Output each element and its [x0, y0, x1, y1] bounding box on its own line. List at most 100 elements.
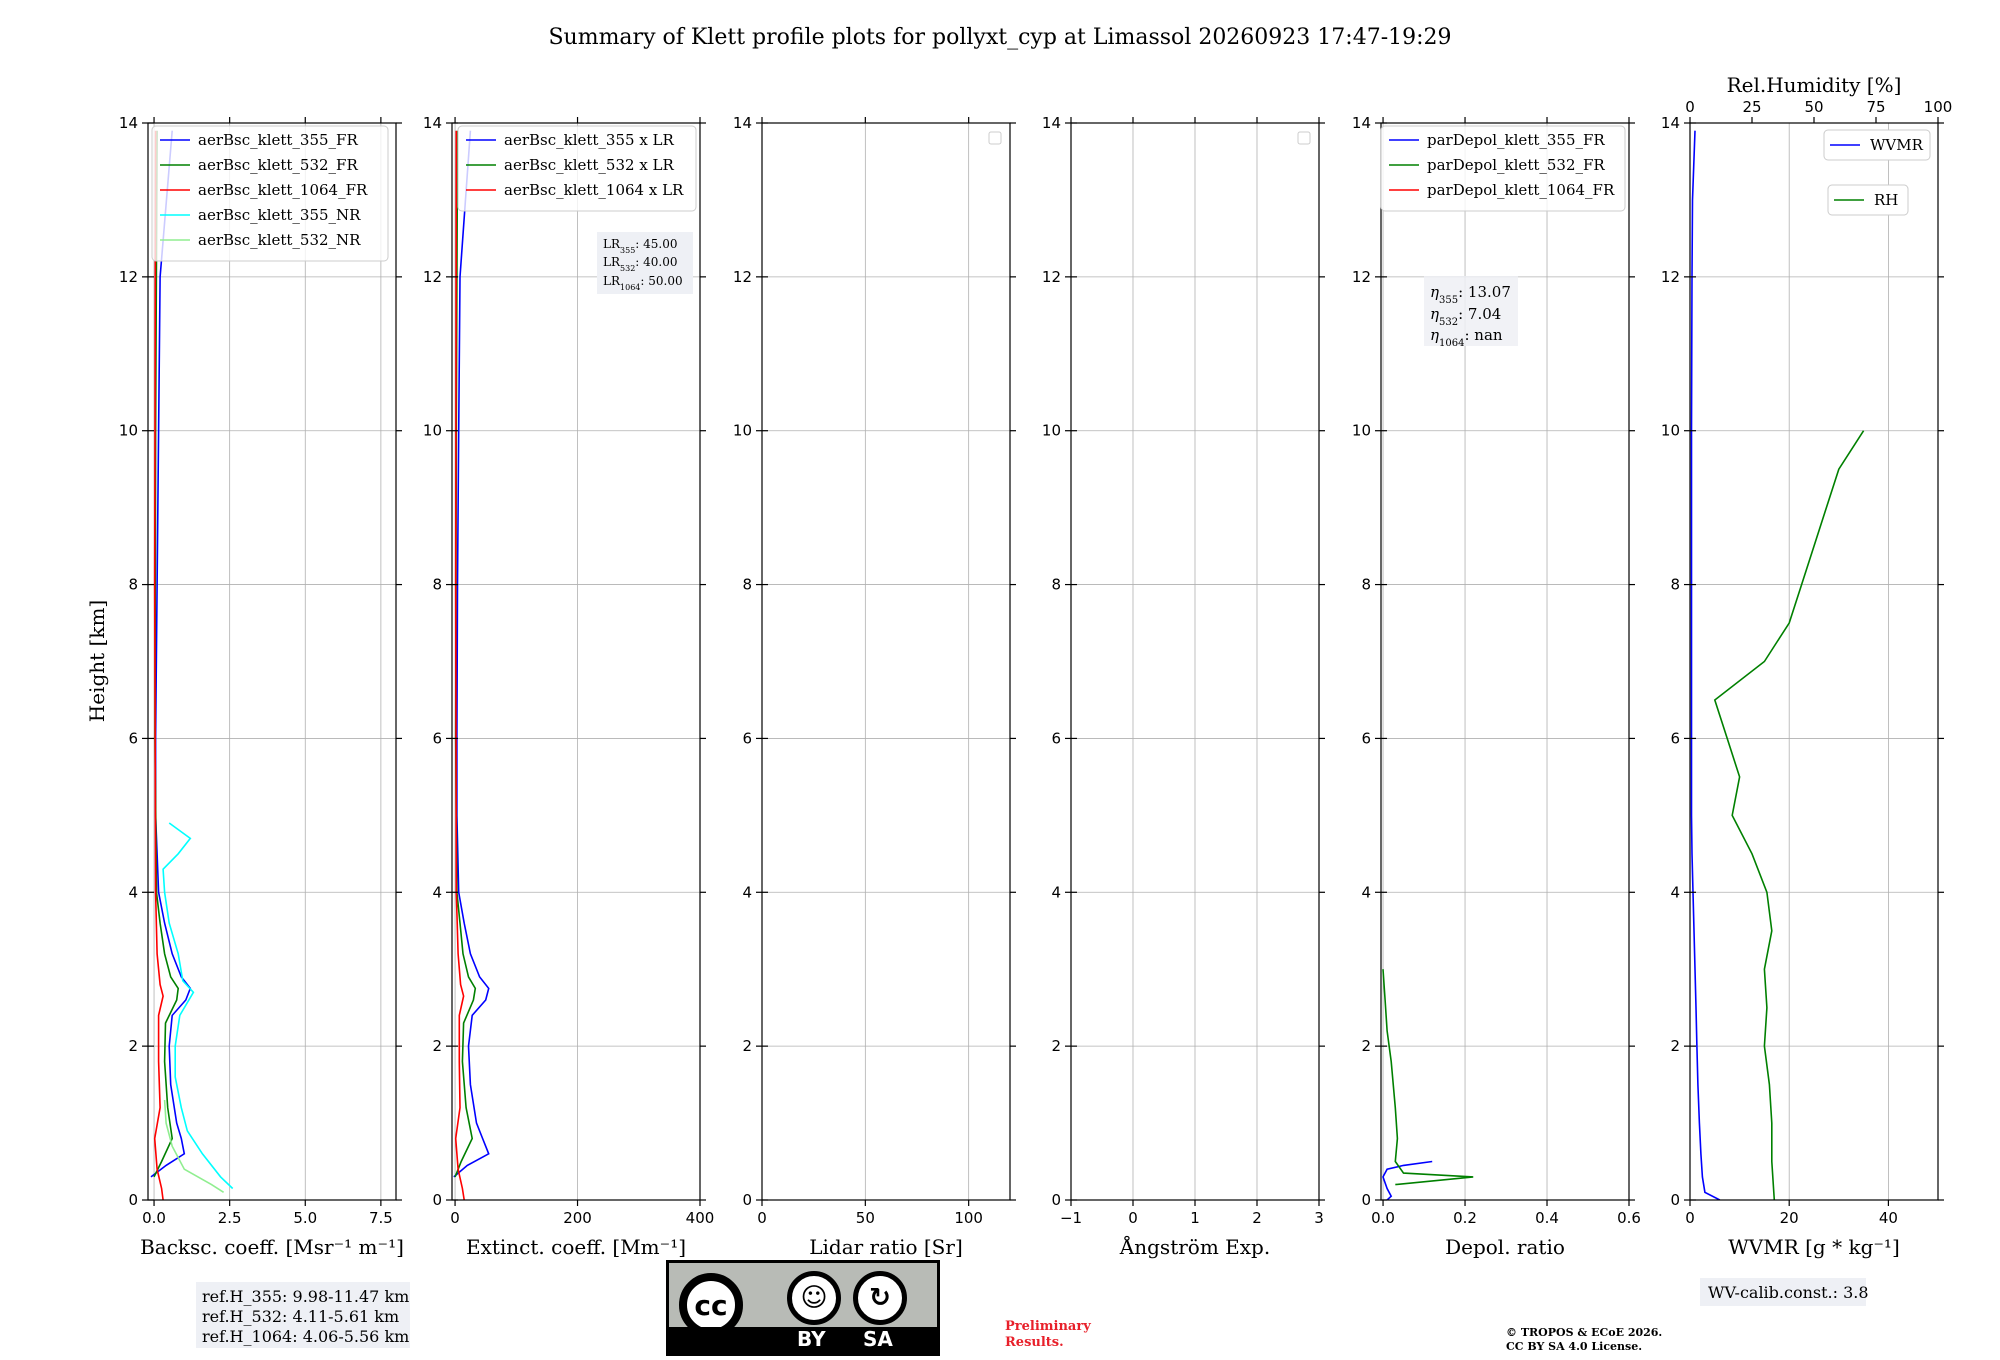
x-axis-label: Lidar ratio [Sr]: [809, 1235, 963, 1259]
top-x-tick-label: 25: [1742, 98, 1761, 116]
y-tick-label: 6: [1670, 729, 1680, 747]
legend: aerBsc_klett_355 x LR aerBsc_klett_532 x …: [457, 125, 697, 212]
legend-label: aerBsc_klett_532 x LR: [504, 156, 675, 174]
y-tick-label: 14: [1661, 114, 1680, 132]
y-tick-label: 2: [1361, 1037, 1371, 1055]
x-tick-label: 2.5: [218, 1209, 242, 1227]
panel-backscatter: 0 2 4 6 8 10 12 14 0.0 2.5 5.0 7.5 Backsc. coeff. [M…: [119, 114, 404, 1259]
x-tick-label: 0: [1685, 1209, 1695, 1227]
legend-label: parDepol_klett_532_FR: [1427, 156, 1605, 174]
y-tick-label: 0: [128, 1191, 138, 1209]
cc-by-sa-logo: cc ☺ ↻ BY SA: [666, 1260, 940, 1356]
y-tick-label: 12: [423, 268, 442, 286]
y-tick-label: 14: [1042, 114, 1061, 132]
x-axis-label: Backsc. coeff. [Msr⁻¹ m⁻¹]: [140, 1235, 404, 1259]
series-line-parDepol_klett_532_FR: [1382, 969, 1474, 1186]
panel-wvmr: 0 2 4 6 8 10 12 14 0 20 40 0 25 50 75 100 Rel.Humidity […: [1661, 73, 1952, 1259]
x-tick-label: 20: [1780, 1209, 1799, 1227]
y-tick-label: 0: [1051, 1191, 1061, 1209]
y-tick-label: 12: [1661, 268, 1680, 286]
preliminary-line2: Results.: [1005, 1335, 1064, 1350]
y-tick-label: 10: [1042, 422, 1061, 440]
y-tick-label: 14: [1352, 114, 1371, 132]
y-tick-label: 8: [432, 576, 442, 594]
y-tick-label: 6: [1361, 729, 1371, 747]
panel-lidar_ratio: 0 2 4 6 8 10 12 14 0 50 100 Lidar ratio [Sr]: [733, 114, 1016, 1259]
copyright-line1: © TROPOS & ECoE 2026.: [1506, 1326, 1662, 1339]
x-tick-label: 50: [856, 1209, 875, 1227]
top-x-axis-label: Rel.Humidity [%]: [1727, 73, 1902, 97]
legend-label: aerBsc_klett_355_NR: [198, 206, 361, 224]
series-line-WVMR: [1690, 130, 1721, 1200]
legend: parDepol_klett_355_FR parDepol_klett_532_…: [1380, 125, 1626, 212]
x-tick-label: 5.0: [293, 1209, 317, 1227]
y-tick-label: 4: [1670, 883, 1680, 901]
legend-RH: RH: [1827, 184, 1909, 216]
y-tick-label: 4: [1051, 883, 1061, 901]
x-tick-label: 2: [1252, 1209, 1262, 1227]
y-tick-label: 8: [1051, 576, 1061, 594]
x-tick-label: 400: [686, 1209, 715, 1227]
y-tick-label: 6: [1051, 729, 1061, 747]
plot-frame: [761, 122, 1011, 1201]
x-axis-label: WVMR [g * kg⁻¹]: [1728, 1235, 1900, 1259]
y-tick-label: 4: [742, 883, 752, 901]
cc-by-label: BY: [797, 1327, 826, 1351]
y-tick-label: 8: [1670, 576, 1680, 594]
x-tick-label: 40: [1879, 1209, 1898, 1227]
copyright-line2: CC BY SA 4.0 License.: [1506, 1340, 1642, 1353]
series-line-parDepol_klett_355_FR: [1382, 1160, 1433, 1200]
x-tick-label: 3: [1314, 1209, 1324, 1227]
figure-title: Summary of Klett profile plots for polly…: [548, 25, 1451, 50]
y-tick-label: 10: [423, 422, 442, 440]
x-tick-label: 0: [757, 1209, 767, 1227]
legend-label: parDepol_klett_1064_FR: [1427, 181, 1615, 199]
reference-height-box: ref.H_355: 9.98-11.47 km ref.H_532: 4.11…: [196, 1282, 410, 1348]
y-tick-label: 6: [432, 729, 442, 747]
legend-label: aerBsc_klett_1064_FR: [198, 181, 368, 199]
y-tick-label: 10: [1661, 422, 1680, 440]
series-line-aerBsc_klett_532_FR: [153, 130, 180, 1178]
y-tick-label: 0: [1670, 1191, 1680, 1209]
refh-355-text: ref.H_355: 9.98-11.47 km: [202, 1287, 409, 1306]
y-tick-label: 12: [1042, 268, 1061, 286]
x-axis-label: Extinct. coeff. [Mm⁻¹]: [466, 1235, 686, 1259]
y-tick-label: 2: [432, 1037, 442, 1055]
series-group: [150, 130, 234, 1200]
y-tick-label: 2: [1670, 1037, 1680, 1055]
legend-label: aerBsc_klett_355 x LR: [504, 131, 675, 149]
y-tick-label: 0: [1361, 1191, 1371, 1209]
y-tick-label: 6: [742, 729, 752, 747]
panel-angstrom: 02468101214−1 0 1 2 3Ångström Exp.: [1042, 114, 1325, 1259]
preliminary-line1: Preliminary: [1005, 1319, 1091, 1334]
x-tick-label: 0: [450, 1209, 460, 1227]
legend-label: RH: [1874, 191, 1898, 209]
legend: aerBsc_klett_355_FR aerBsc_klett_532_FRae…: [151, 125, 389, 262]
x-tick-label: 100: [954, 1209, 983, 1227]
legend-label: parDepol_klett_355_FR: [1427, 131, 1605, 149]
x-tick-label: 7.5: [369, 1209, 393, 1227]
y-tick-label: 6: [128, 729, 138, 747]
y-tick-label: 2: [742, 1037, 752, 1055]
legend-label: aerBsc_klett_532_NR: [198, 231, 361, 249]
x-tick-label: 0.2: [1453, 1209, 1477, 1227]
share-alike-icon: ↻: [853, 1271, 907, 1325]
x-tick-label: 1: [1190, 1209, 1200, 1227]
y-tick-label: 12: [119, 268, 138, 286]
refh-532-text: ref.H_532: 4.11-5.61 km: [202, 1307, 399, 1326]
legend-label: WVMR: [1870, 136, 1924, 154]
top-x-tick-label: 100: [1924, 98, 1953, 116]
legend-WVMR: WVMR: [1823, 129, 1931, 161]
x-tick-label: 200: [563, 1209, 592, 1227]
eta-annotation: η355: 13.07 η532: 7.04 η1064: nan: [1424, 276, 1518, 349]
top-x-tick-label: 75: [1866, 98, 1885, 116]
person-icon: ☺: [787, 1271, 841, 1325]
refh-1064-text: ref.H_1064: 4.06-5.56 km: [202, 1327, 409, 1346]
top-x-tick-label: 50: [1804, 98, 1823, 116]
x-tick-label: 0.6: [1617, 1209, 1641, 1227]
cc-sa-label: SA: [863, 1327, 893, 1351]
x-tick-label: 0.0: [1371, 1209, 1395, 1227]
y-tick-label: 0: [742, 1191, 752, 1209]
y-tick-label: 8: [1361, 576, 1371, 594]
y-tick-label: 12: [1352, 268, 1371, 286]
